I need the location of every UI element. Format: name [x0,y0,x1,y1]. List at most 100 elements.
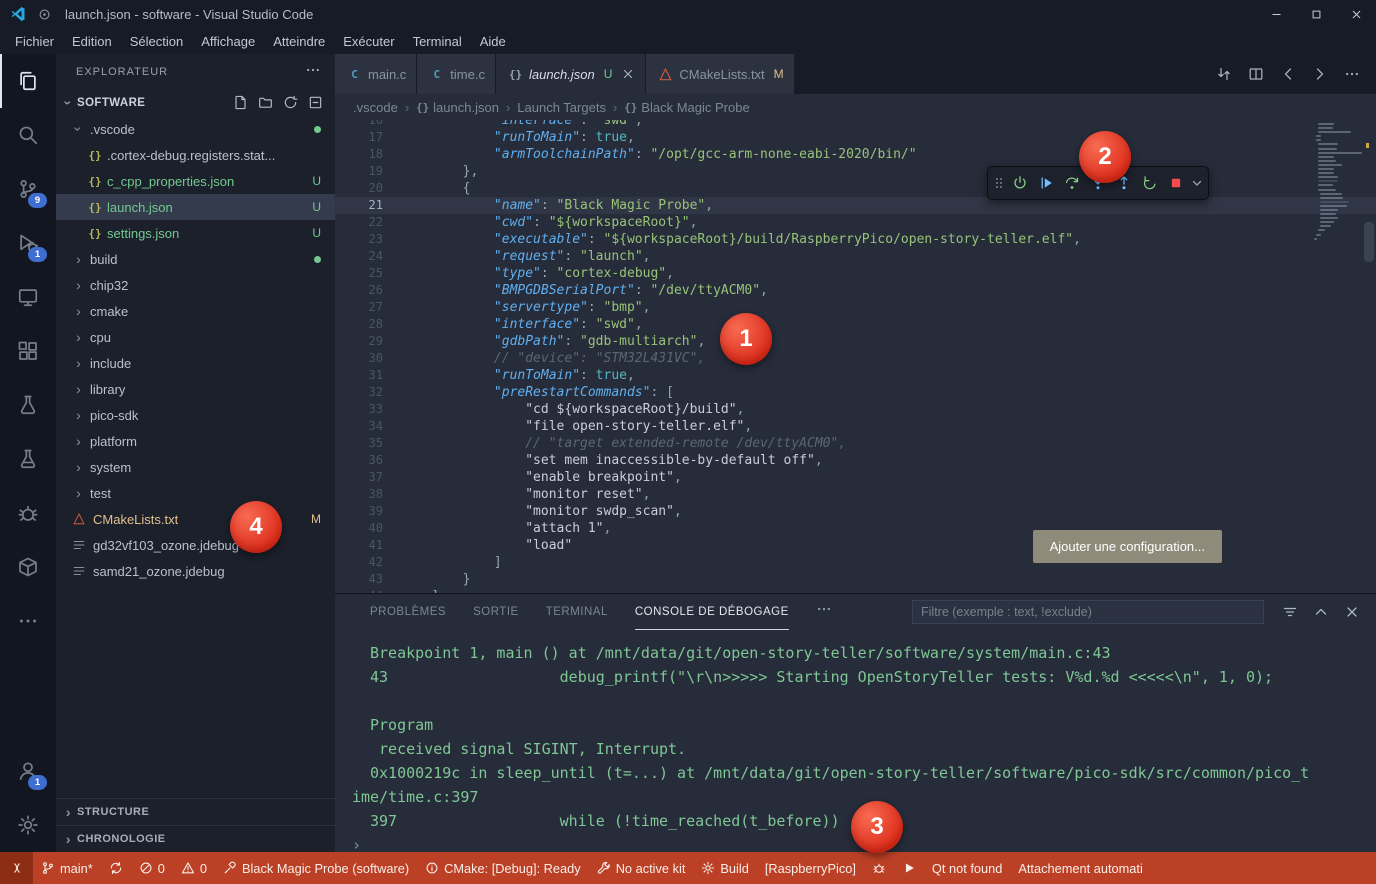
activity-explorer[interactable] [0,54,56,108]
status-no-active-kit[interactable]: No active kit [589,852,694,884]
panel-tab-terminal[interactable]: TERMINAL [546,594,608,630]
status-main[interactable]: main* [33,852,101,884]
filter-lines-icon[interactable] [1282,604,1298,620]
tree-item-c-cpp-properties-json[interactable]: {}c_cpp_properties.jsonU [56,168,335,194]
maximize-button[interactable] [1296,0,1336,28]
section-header-chronologie[interactable]: ›CHRONOLOGIE [56,825,335,852]
tab-time-c[interactable]: Ctime.c [417,54,496,94]
tab-cmakelists-txt[interactable]: CMakeLists.txtM [646,54,794,94]
menu-terminal[interactable]: Terminal [404,31,471,52]
activity-test-explorer[interactable] [0,432,56,486]
arrow-right-icon[interactable] [1312,66,1328,82]
debug-filter-input[interactable] [912,600,1264,624]
breadcrumb[interactable]: .vscode›{}launch.json›Launch Targets›{}B… [335,94,1376,120]
panel-tab-probl-mes[interactable]: PROBLÈMES [370,594,446,630]
status-cmake-debug-ready[interactable]: CMake: [Debug]: Ready [417,852,589,884]
status-raspberrypico[interactable]: [RaspberryPico] [757,852,864,884]
status-qt-not-found[interactable]: Qt not found [924,852,1010,884]
tree-item-platform[interactable]: ›platform [56,428,335,454]
activity-additional-views[interactable] [0,594,56,648]
debug-restart-button[interactable] [1137,170,1163,196]
status-black-magic-probe-software[interactable]: Black Magic Probe (software) [215,852,417,884]
minimap[interactable] [1312,123,1360,242]
menu-ex-cuter[interactable]: Exécuter [334,31,403,52]
status-build[interactable]: Build [693,852,756,884]
tab-main-c[interactable]: Cmain.c [335,54,417,94]
more-icon[interactable] [1344,66,1360,82]
menu-fichier[interactable]: Fichier [6,31,63,52]
activity-remote-explorer[interactable] [0,270,56,324]
tree-item-cmakelists-txt[interactable]: CMakeLists.txtM [56,506,335,532]
close-icon[interactable] [1344,604,1360,620]
remote-indicator[interactable] [0,852,33,884]
tree-item-cmake[interactable]: ›cmake [56,298,335,324]
tree-item-system[interactable]: ›system [56,454,335,480]
tree-item-launch-json[interactable]: {}launch.jsonU [56,194,335,220]
menu-atteindre[interactable]: Atteindre [264,31,334,52]
debug-continue-button[interactable] [1033,170,1059,196]
minimize-button[interactable] [1256,0,1296,28]
panel-tab-sortie[interactable]: SORTIE [473,594,519,630]
tree-item-cpu[interactable]: ›cpu [56,324,335,350]
collapse-all-icon[interactable] [308,95,323,110]
tree-item-library[interactable]: ›library [56,376,335,402]
tree-item-build[interactable]: ›build [56,246,335,272]
add-configuration-button[interactable]: Ajouter une configuration... [1033,530,1222,563]
chevron-up-icon[interactable] [1313,604,1329,620]
menu-edition[interactable]: Edition [63,31,121,52]
tree-item-cortex-debug-registers-stat[interactable]: {}.cortex-debug.registers.stat... [56,142,335,168]
section-header-structure[interactable]: ›STRUCTURE [56,798,335,825]
editor[interactable]: 16 "interface": "swd",17 "runToMain": tr… [335,120,1376,593]
arrow-left-icon[interactable] [1280,66,1296,82]
breadcrumb-separator: › [506,100,510,115]
close-button[interactable] [1336,0,1376,28]
tree-item-samd21-ozone-jdebug[interactable]: samd21_ozone.jdebug [56,558,335,584]
status-play[interactable] [894,852,924,884]
debug-power-button[interactable] [1007,170,1033,196]
activity-accounts[interactable]: 1 [0,744,56,798]
status-sync[interactable] [101,852,131,884]
menu-affichage[interactable]: Affichage [192,31,264,52]
section-header-software[interactable]: SOFTWARE [77,97,145,109]
menu-aide[interactable]: Aide [471,31,515,52]
breadcrumb-item-launch-json[interactable]: {}launch.json [416,100,499,115]
activity-manage[interactable] [0,798,56,852]
debug-stop-button[interactable] [1163,170,1189,196]
activity-search[interactable] [0,108,56,162]
panel-tab-console-de-d-bogage[interactable]: CONSOLE DE DÉBOGAGE [635,594,789,630]
tree-item-vscode[interactable]: ›.vscode [56,116,335,142]
split-icon[interactable] [1248,66,1264,82]
activity-source-control[interactable]: 9 [0,162,56,216]
menu-s-lection[interactable]: Sélection [121,31,192,52]
debug-chevron-down-button[interactable] [1189,170,1205,196]
activity-extensions[interactable] [0,324,56,378]
editor-scrollbar[interactable] [1364,222,1374,262]
more-icon[interactable] [816,601,832,617]
breadcrumb-item-black-magic-probe[interactable]: {}Black Magic Probe [624,100,749,115]
status-bug[interactable] [864,852,894,884]
tree-item-chip32[interactable]: ›chip32 [56,272,335,298]
tree-item-test[interactable]: ›test [56,480,335,506]
tab-launch-json[interactable]: {}launch.jsonU [496,54,646,94]
close-icon[interactable] [621,67,635,81]
activity-package-tool[interactable] [0,540,56,594]
debug-step-over-button[interactable] [1059,170,1085,196]
more-icon[interactable] [305,62,321,78]
tree-item-gd32vf103-ozone-jdebug[interactable]: gd32vf103_ozone.jdebug [56,532,335,558]
breadcrumb-item-vscode[interactable]: .vscode [353,100,398,115]
tree-item-pico-sdk[interactable]: ›pico-sdk [56,402,335,428]
compare-icon[interactable] [1216,66,1232,82]
status-attachement-automati[interactable]: Attachement automati [1010,852,1150,884]
tree-item-include[interactable]: ›include [56,350,335,376]
new-file-icon[interactable] [233,95,248,110]
activity-debug-tool[interactable] [0,486,56,540]
new-folder-icon[interactable] [258,95,273,110]
status-0[interactable]: 0 [173,852,215,884]
status-0[interactable]: 0 [131,852,173,884]
console-prompt[interactable]: › [352,833,1310,852]
activity-run-and-debug[interactable]: 1 [0,216,56,270]
activity-testing[interactable] [0,378,56,432]
refresh-icon[interactable] [283,95,298,110]
breadcrumb-item-launch-targets[interactable]: Launch Targets [517,100,606,115]
tree-item-settings-json[interactable]: {}settings.jsonU [56,220,335,246]
